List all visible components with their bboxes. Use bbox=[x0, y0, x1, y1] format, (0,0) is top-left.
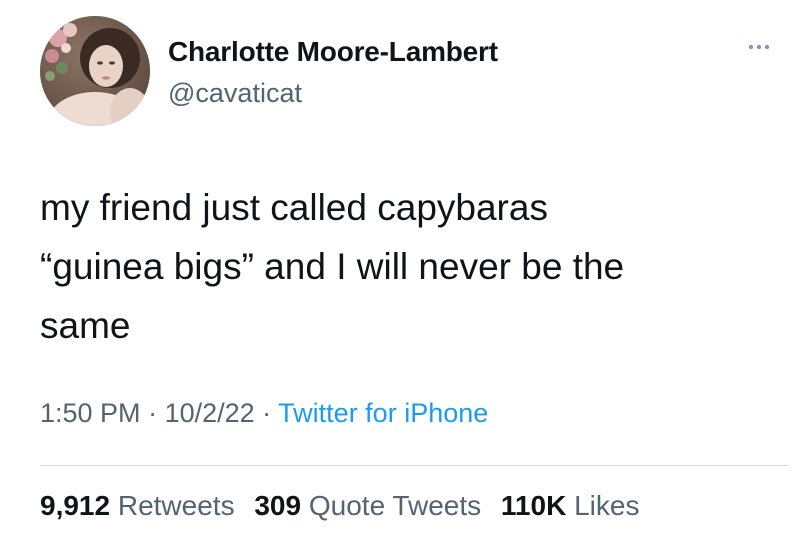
likes-stat[interactable]: 110K Likes bbox=[501, 490, 640, 521]
likes-count: 110K bbox=[500, 490, 567, 521]
meta-separator: · bbox=[254, 398, 279, 428]
divider bbox=[40, 465, 788, 466]
retweets-label: Retweets bbox=[117, 490, 235, 521]
quote-tweets-stat[interactable]: 309 Quote Tweets bbox=[254, 490, 481, 521]
likes-label: Likes bbox=[574, 490, 640, 521]
retweets-count: 9,912 bbox=[40, 490, 111, 521]
profile-photo-icon bbox=[40, 16, 150, 126]
more-options-button[interactable] bbox=[744, 32, 774, 62]
author-name[interactable]: Charlotte Moore-Lambert bbox=[168, 36, 498, 68]
more-horizontal-icon bbox=[748, 44, 770, 50]
avatar[interactable] bbox=[40, 16, 150, 126]
author-handle[interactable]: @cavaticat bbox=[168, 78, 302, 109]
tweet-text: my friend just called capybaras “guinea … bbox=[40, 187, 625, 346]
meta-separator: · bbox=[140, 398, 165, 428]
tweet-stats: 9,912 Retweets 309 Quote Tweets 110K Lik… bbox=[40, 490, 639, 522]
quote-tweets-count: 309 bbox=[254, 490, 302, 521]
tweet-time[interactable]: 1:50 PM bbox=[40, 398, 141, 428]
retweets-stat[interactable]: 9,912 Retweets bbox=[40, 490, 235, 521]
quote-tweets-label: Quote Tweets bbox=[308, 490, 482, 521]
tweet-meta: 1:50 PM · 10/2/22 · Twitter for iPhone bbox=[40, 398, 488, 429]
tweet-card: Charlotte Moore-Lambert @cavaticat my fr… bbox=[0, 0, 796, 550]
tweet-source-link[interactable]: Twitter for iPhone bbox=[278, 398, 488, 428]
tweet-date[interactable]: 10/2/22 bbox=[165, 398, 255, 428]
